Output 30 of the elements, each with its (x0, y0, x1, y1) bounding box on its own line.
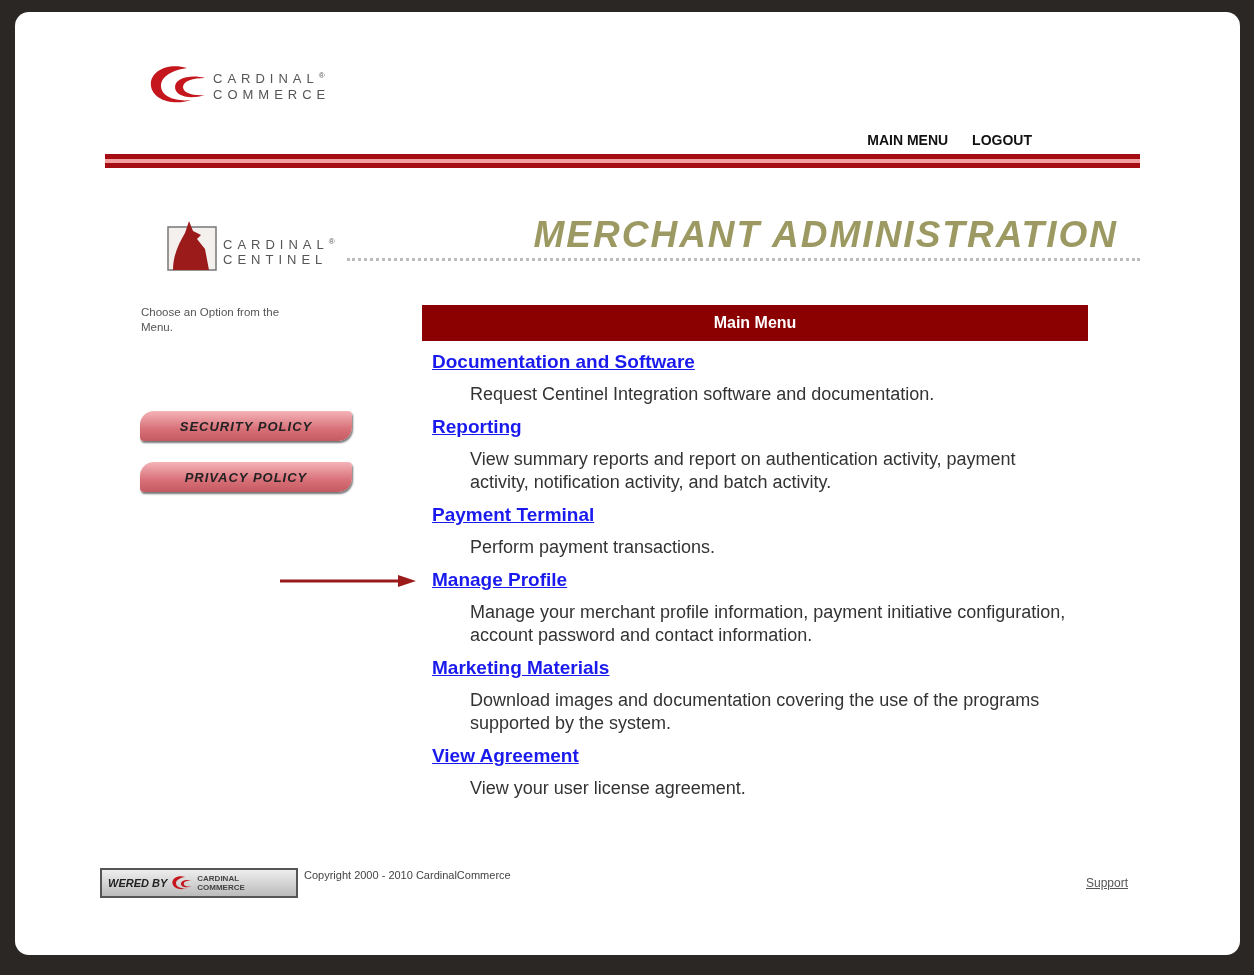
copyright-text: Copyright 2000 - 2010 CardinalCommerce (304, 869, 511, 881)
logo-icon (171, 875, 194, 891)
menu-header: Main Menu (422, 305, 1088, 341)
menu-description: Request Centinel Integration software and documentation. (470, 383, 936, 406)
menu-link[interactable]: Payment Terminal (432, 504, 595, 525)
page-title: MERCHANT ADMINISTRATION (532, 214, 1118, 256)
policy-button[interactable]: SECURITY POLICY (140, 411, 352, 441)
badge-text: COMMERCE (197, 883, 245, 892)
badge-text: WERED BY (108, 877, 168, 889)
menu-link[interactable]: Manage Profile (432, 569, 568, 590)
support-link[interactable]: Support (1085, 876, 1128, 890)
menu-link[interactable]: Marketing Materials (432, 657, 610, 678)
menu-link[interactable]: Reporting (432, 416, 522, 437)
menu-description: Manage your merchant profile information, payment initiative configuration, account password and contact information. (470, 601, 1067, 647)
menu-description: View summary reports and report on authentication activity, payment activity, notification activity, and batch activity. (470, 448, 1017, 494)
nav-link[interactable]: LOGOUT (972, 132, 1032, 148)
logo-text: CARDINAL$^{®}$ (223, 235, 335, 252)
menu-description: Perform payment transactions. (470, 536, 717, 559)
menu-description: View your user license agreement. (470, 777, 747, 800)
menu-link[interactable]: View Agreement (432, 745, 579, 766)
logo-text: COMMERCE (213, 86, 331, 102)
menu-link[interactable]: Documentation and Software (432, 351, 695, 372)
sidebar-hint: Choose an Option from the Menu. (141, 305, 281, 335)
badge-text: CARDINAL (197, 874, 241, 883)
menu-description: Download images and documentation covering the use of the programs supported by the system. (470, 689, 1041, 735)
logo-text: CARDINAL$^{®}$ (213, 70, 326, 87)
bird-icon (167, 219, 217, 271)
policy-button[interactable]: PRIVACY POLICY (140, 462, 352, 492)
nav-link[interactable]: MAIN MENU (867, 132, 949, 148)
logo-text: CENTINEL (223, 252, 329, 267)
